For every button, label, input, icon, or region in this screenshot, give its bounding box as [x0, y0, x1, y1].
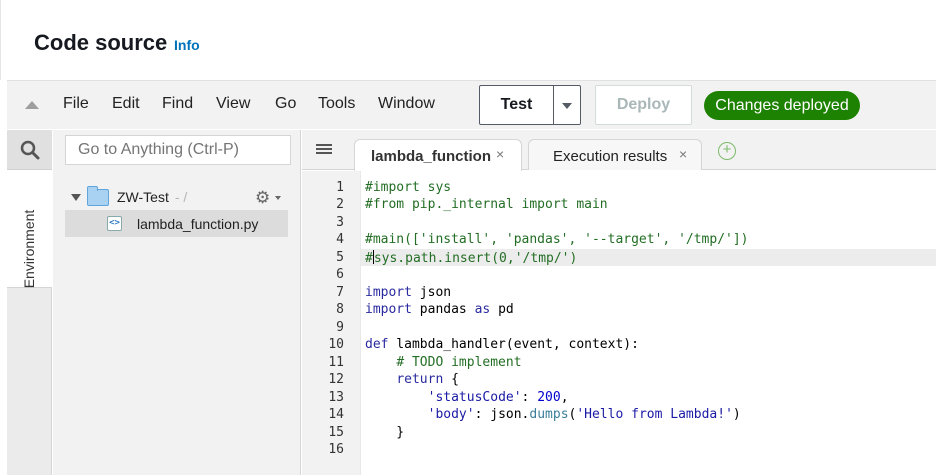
folder-name: ZW-Test	[117, 189, 169, 205]
folder-path-suffix: - /	[174, 189, 188, 205]
file-name: lambda_function.py	[137, 216, 259, 232]
code-line: 'body': json.dumps('Hello from Lambda!')	[427, 407, 741, 422]
menu-window[interactable]: Window	[378, 95, 435, 113]
menu-go[interactable]: Go	[275, 95, 296, 113]
gear-icon[interactable]: ⚙	[255, 188, 270, 208]
code-line: #import sys	[365, 180, 452, 195]
menu-tools[interactable]: Tools	[318, 95, 355, 113]
search-toggle[interactable]	[7, 130, 52, 170]
test-button[interactable]: Test	[479, 85, 554, 125]
code-source-header: Code source Info	[0, 0, 936, 80]
menu-file[interactable]: File	[63, 95, 89, 113]
line-number: 5	[336, 250, 344, 265]
line-number: 6	[336, 267, 344, 282]
line-number: 4	[336, 232, 344, 247]
menu-edit[interactable]: Edit	[112, 95, 140, 113]
close-icon[interactable]: ×	[679, 146, 687, 162]
code-line: #from pip._internal import main	[365, 197, 608, 212]
line-number: 11	[328, 355, 344, 370]
line-number: 16	[328, 442, 344, 457]
info-link[interactable]: Info	[174, 37, 200, 53]
search-icon	[20, 140, 40, 160]
gear-caret-icon[interactable]	[275, 196, 281, 200]
tab-label: lambda_function	[371, 148, 492, 165]
folder-icon	[87, 185, 109, 206]
file-tree-panel: ZW-Test - / ⚙ <> lambda_function.py	[53, 130, 301, 475]
line-number: 14	[328, 407, 344, 422]
line-number: 10	[328, 337, 344, 352]
test-dropdown-button[interactable]	[553, 85, 581, 125]
tab-list-icon[interactable]	[316, 144, 332, 156]
goto-anything-input[interactable]	[65, 135, 291, 165]
line-number: 12	[328, 372, 344, 387]
code-line: import json	[365, 285, 452, 300]
expand-triangle-icon[interactable]	[71, 193, 81, 201]
code-line: def lambda_handler(event, context):	[365, 337, 639, 352]
tab-label: Execution results	[553, 148, 668, 165]
line-number: 13	[328, 390, 344, 405]
tab-lambda-function[interactable]: lambda_function ×	[354, 139, 522, 171]
side-rail: Environment	[7, 130, 52, 475]
menu-find[interactable]: Find	[162, 95, 193, 113]
editor-menubar: File Edit Find View Go Tools Window Test…	[7, 80, 936, 129]
code-line: return {	[396, 372, 459, 387]
code-line: 'statusCode': 200,	[427, 390, 569, 405]
code-line: import pandas as pd	[365, 302, 514, 317]
line-number: 2	[336, 197, 344, 212]
environment-label: Environment	[21, 209, 37, 289]
close-icon[interactable]: ×	[496, 146, 504, 162]
page-title: Code source	[34, 30, 168, 55]
line-number: 3	[336, 215, 344, 230]
code-line: # TODO implement	[396, 355, 522, 370]
tree-file-item[interactable]: <> lambda_function.py	[65, 210, 288, 237]
code-line: }	[365, 425, 405, 440]
tab-execution-results[interactable]: Execution results ×	[528, 139, 702, 170]
line-number: 7	[336, 285, 344, 300]
deploy-button[interactable]: Deploy	[595, 85, 692, 125]
environment-tab[interactable]: Environment	[7, 170, 52, 288]
line-number: 15	[328, 425, 344, 440]
python-file-icon: <>	[107, 216, 122, 231]
code-line: #sys.path.insert(0,'/tmp/')	[365, 250, 578, 266]
line-number-gutter: 1 2 3 4 5 6 7 8 9 10 11 12 13 14 15 16	[302, 171, 361, 475]
line-number: 8	[336, 302, 344, 317]
add-tab-icon[interactable]: +	[718, 142, 736, 160]
code-editor[interactable]: 1 2 3 4 5 6 7 8 9 10 11 12 13 14 15 16 #…	[302, 171, 936, 475]
status-badge: Changes deployed	[704, 91, 860, 120]
line-number: 1	[336, 180, 344, 195]
code-line: #main(['install', 'pandas', '--target', …	[365, 232, 749, 247]
collapse-arrow-icon[interactable]	[25, 101, 39, 109]
menu-view[interactable]: View	[216, 95, 250, 113]
editor-tabbar: lambda_function × Execution results × +	[302, 130, 936, 171]
line-number: 9	[336, 320, 344, 335]
tree-root-folder[interactable]: ZW-Test - /	[71, 185, 187, 209]
caret-down-icon	[562, 103, 572, 109]
